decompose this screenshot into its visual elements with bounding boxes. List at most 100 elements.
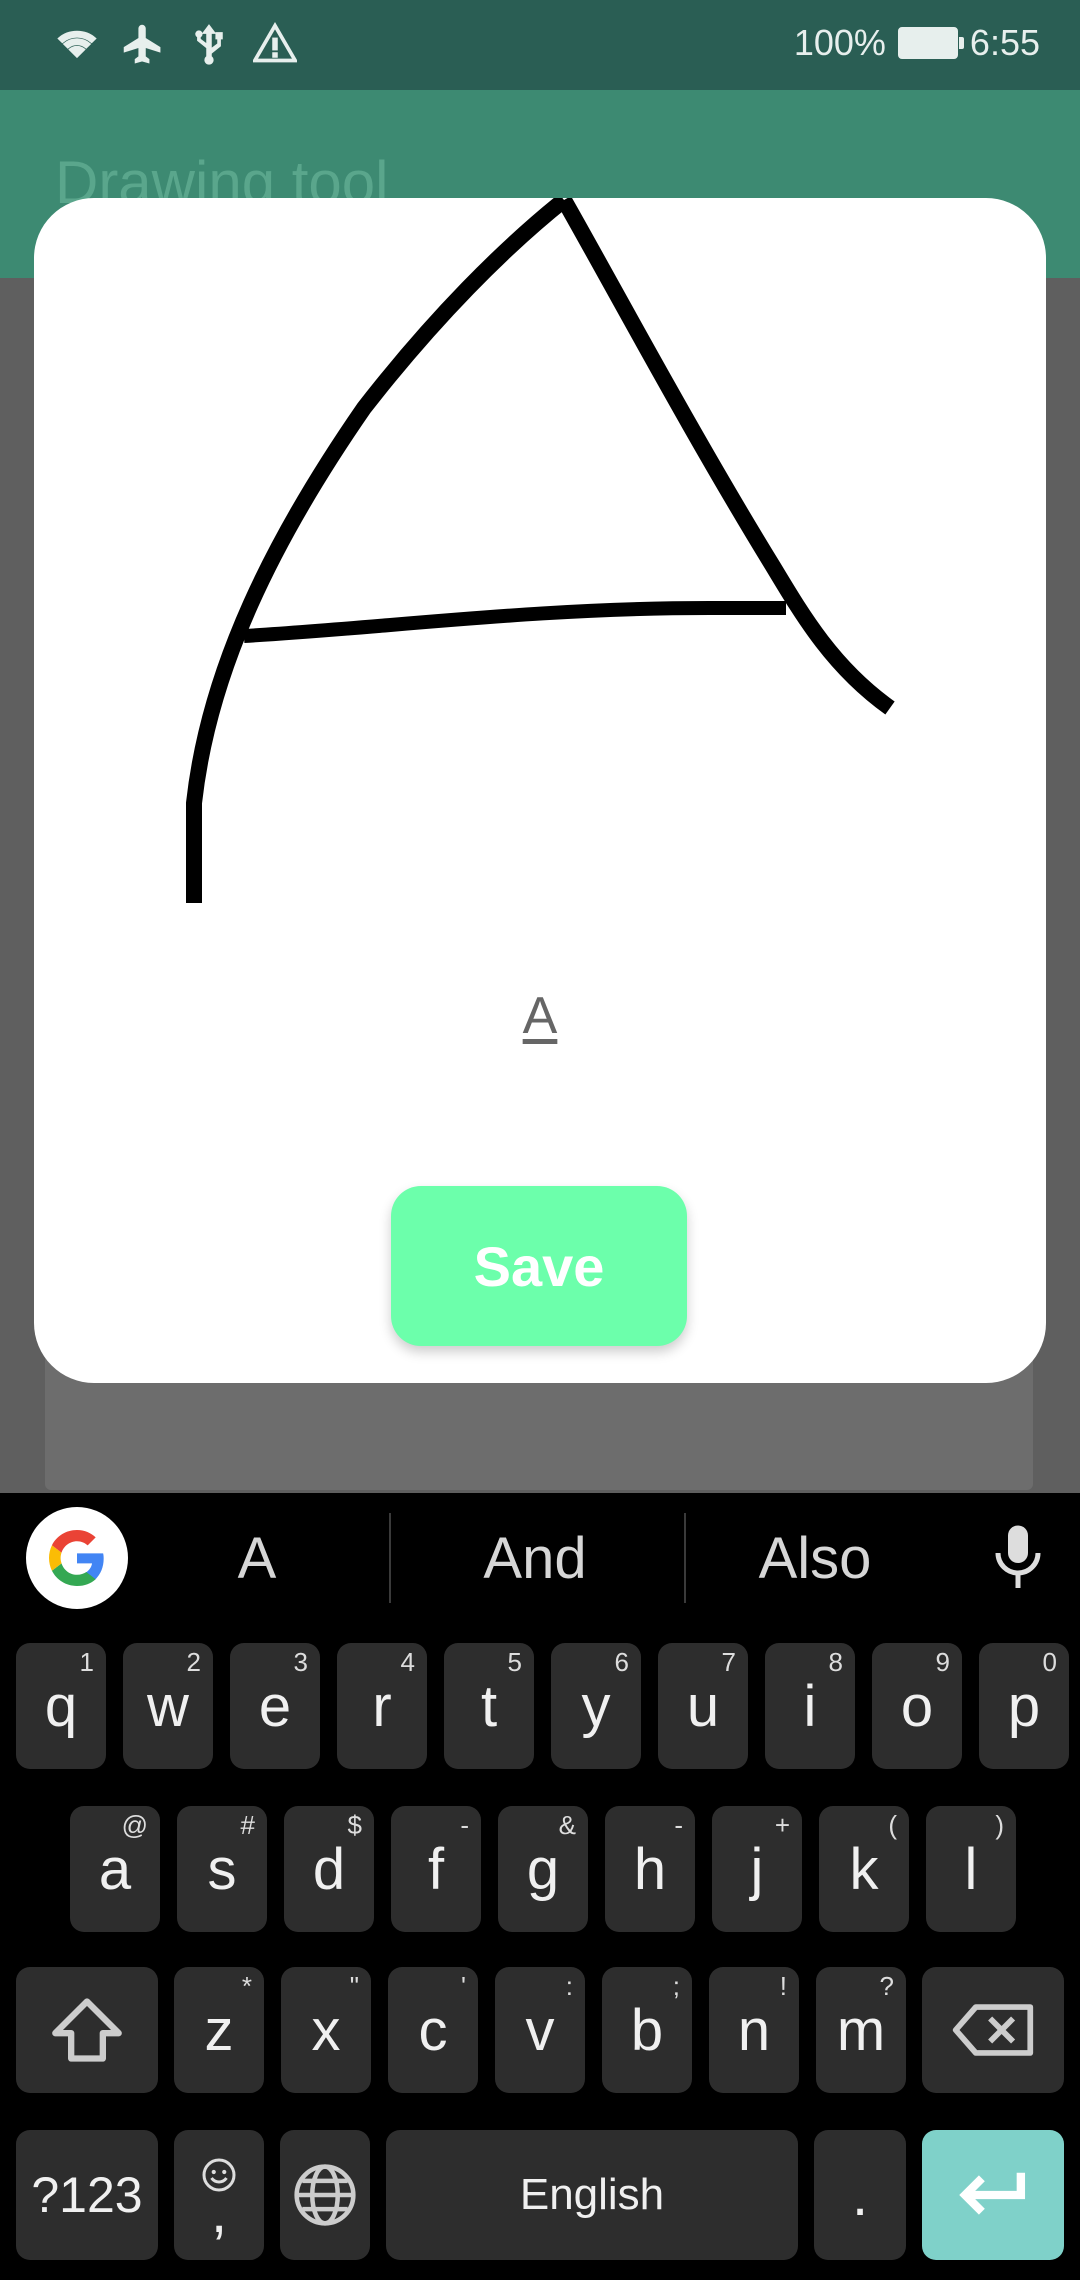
- key-s[interactable]: s #: [177, 1806, 267, 1932]
- key-hint: 4: [400, 1647, 415, 1677]
- recognized-text: A: [522, 987, 558, 1045]
- comma-key[interactable]: ,: [174, 2130, 264, 2260]
- globe-icon: [294, 2164, 356, 2226]
- key-hint: 2: [186, 1647, 201, 1677]
- key-hint: 0: [1042, 1647, 1057, 1677]
- drawing-strokes: [186, 198, 895, 903]
- status-right: 100% 6:55: [794, 22, 1040, 64]
- key-d[interactable]: d $: [284, 1806, 374, 1932]
- key-hint: *: [241, 1971, 252, 2001]
- key-label: h: [633, 1836, 667, 1902]
- key-hint: 6: [614, 1647, 629, 1677]
- key-hint: #: [240, 1810, 255, 1840]
- key-j[interactable]: j +: [712, 1806, 802, 1932]
- key-f[interactable]: f-: [391, 1806, 481, 1932]
- key-u[interactable]: u7: [658, 1643, 748, 1769]
- key-hint: :: [565, 1971, 573, 2001]
- key-label: v: [525, 1997, 555, 2063]
- key-hint: +: [774, 1810, 790, 1840]
- status-bar: 100% 6:55: [0, 0, 1080, 90]
- key-c[interactable]: c ': [388, 1967, 478, 2093]
- key-label: x: [311, 1997, 341, 2063]
- enter-key[interactable]: [922, 2130, 1064, 2260]
- key-label: t: [480, 1673, 498, 1739]
- key-m[interactable]: m?: [816, 1967, 906, 2093]
- key-l[interactable]: l): [926, 1806, 1016, 1932]
- key-label: s: [207, 1836, 237, 1902]
- symbols-key[interactable]: ?123: [16, 2130, 158, 2260]
- key-z[interactable]: z *: [174, 1967, 264, 2093]
- key-label: z: [204, 1997, 234, 2063]
- key-p[interactable]: p0: [979, 1643, 1069, 1769]
- key-hint: ': [461, 1971, 466, 2001]
- suggestion-1[interactable]: A: [117, 1493, 397, 1623]
- key-e[interactable]: e3: [230, 1643, 320, 1769]
- usb-icon: [195, 24, 223, 65]
- drawing-dialog: A Save: [34, 198, 1046, 1383]
- period-key[interactable]: .: [814, 2130, 906, 2260]
- key-hint: 9: [935, 1647, 950, 1677]
- key-label: q: [44, 1673, 78, 1739]
- key-label: b: [630, 1997, 664, 2063]
- key-hint: 5: [507, 1647, 522, 1677]
- key-hint: 1: [79, 1647, 94, 1677]
- key-label: d: [312, 1836, 346, 1902]
- status-icons: [55, 22, 297, 66]
- key-k[interactable]: k(: [819, 1806, 909, 1932]
- key-label: i: [803, 1673, 817, 1739]
- airplane-icon: [123, 24, 161, 64]
- key-hint: 3: [293, 1647, 308, 1677]
- key-hint: ;: [672, 1971, 680, 2001]
- key-o[interactable]: o9: [872, 1643, 962, 1769]
- key-hint: 8: [828, 1647, 843, 1677]
- key-x[interactable]: x ": [281, 1967, 371, 2093]
- microphone-icon[interactable]: [988, 1523, 1048, 1593]
- key-n[interactable]: n!: [709, 1967, 799, 2093]
- key-label: n: [737, 1997, 771, 2063]
- key-b[interactable]: b;: [602, 1967, 692, 2093]
- key-label: u: [686, 1673, 720, 1739]
- key-label: m: [836, 1997, 886, 2063]
- warning-icon: [253, 22, 297, 63]
- save-button[interactable]: Save: [391, 1186, 687, 1346]
- key-label: a: [98, 1836, 132, 1902]
- key-label: e: [258, 1673, 292, 1739]
- key-hint: !: [779, 1971, 787, 2001]
- key-v[interactable]: v:: [495, 1967, 585, 2093]
- key-label: f: [427, 1836, 445, 1902]
- key-label: w: [147, 1673, 189, 1739]
- key-label: j: [750, 1836, 764, 1902]
- key-hint: -: [460, 1810, 469, 1840]
- backspace-key[interactable]: [922, 1967, 1064, 2093]
- key-h[interactable]: h-: [605, 1806, 695, 1932]
- enter-icon: [959, 2172, 1026, 2215]
- key-label: o: [900, 1673, 934, 1739]
- shift-key[interactable]: [16, 1967, 158, 2093]
- google-icon[interactable]: [26, 1507, 128, 1609]
- key-label: g: [526, 1836, 560, 1902]
- key-a[interactable]: a @: [70, 1806, 160, 1932]
- battery-percent: 100%: [793, 22, 886, 63]
- stroke-left: [186, 198, 569, 903]
- key-y[interactable]: y6: [551, 1643, 641, 1769]
- key-i[interactable]: i8: [765, 1643, 855, 1769]
- key-q[interactable]: q1: [16, 1643, 106, 1769]
- space-key[interactable]: English: [386, 2130, 798, 2260]
- stroke-crossbar: [243, 601, 786, 643]
- stroke-right: [557, 198, 895, 715]
- suggestion-2[interactable]: And: [395, 1493, 675, 1623]
- language-key[interactable]: [280, 2130, 370, 2260]
- key-w[interactable]: w2: [123, 1643, 213, 1769]
- suggestion-bar: A And Also: [0, 1493, 1080, 1623]
- key-label: p: [1007, 1673, 1041, 1739]
- divider: [389, 1513, 391, 1603]
- key-t[interactable]: t5: [444, 1643, 534, 1769]
- wifi-icon: [57, 30, 97, 59]
- key-r[interactable]: r4: [337, 1643, 427, 1769]
- key-g[interactable]: g &: [498, 1806, 588, 1932]
- keyboard: A And Also q1w2e3r4t5y6u7i8o9p0 a @ s # d $ f -…: [0, 1493, 1080, 2280]
- suggestion-3[interactable]: Also: [675, 1493, 955, 1623]
- drawing-canvas[interactable]: [34, 198, 1046, 958]
- key-hint: -: [674, 1810, 683, 1840]
- key-hint: ": [349, 1971, 359, 2001]
